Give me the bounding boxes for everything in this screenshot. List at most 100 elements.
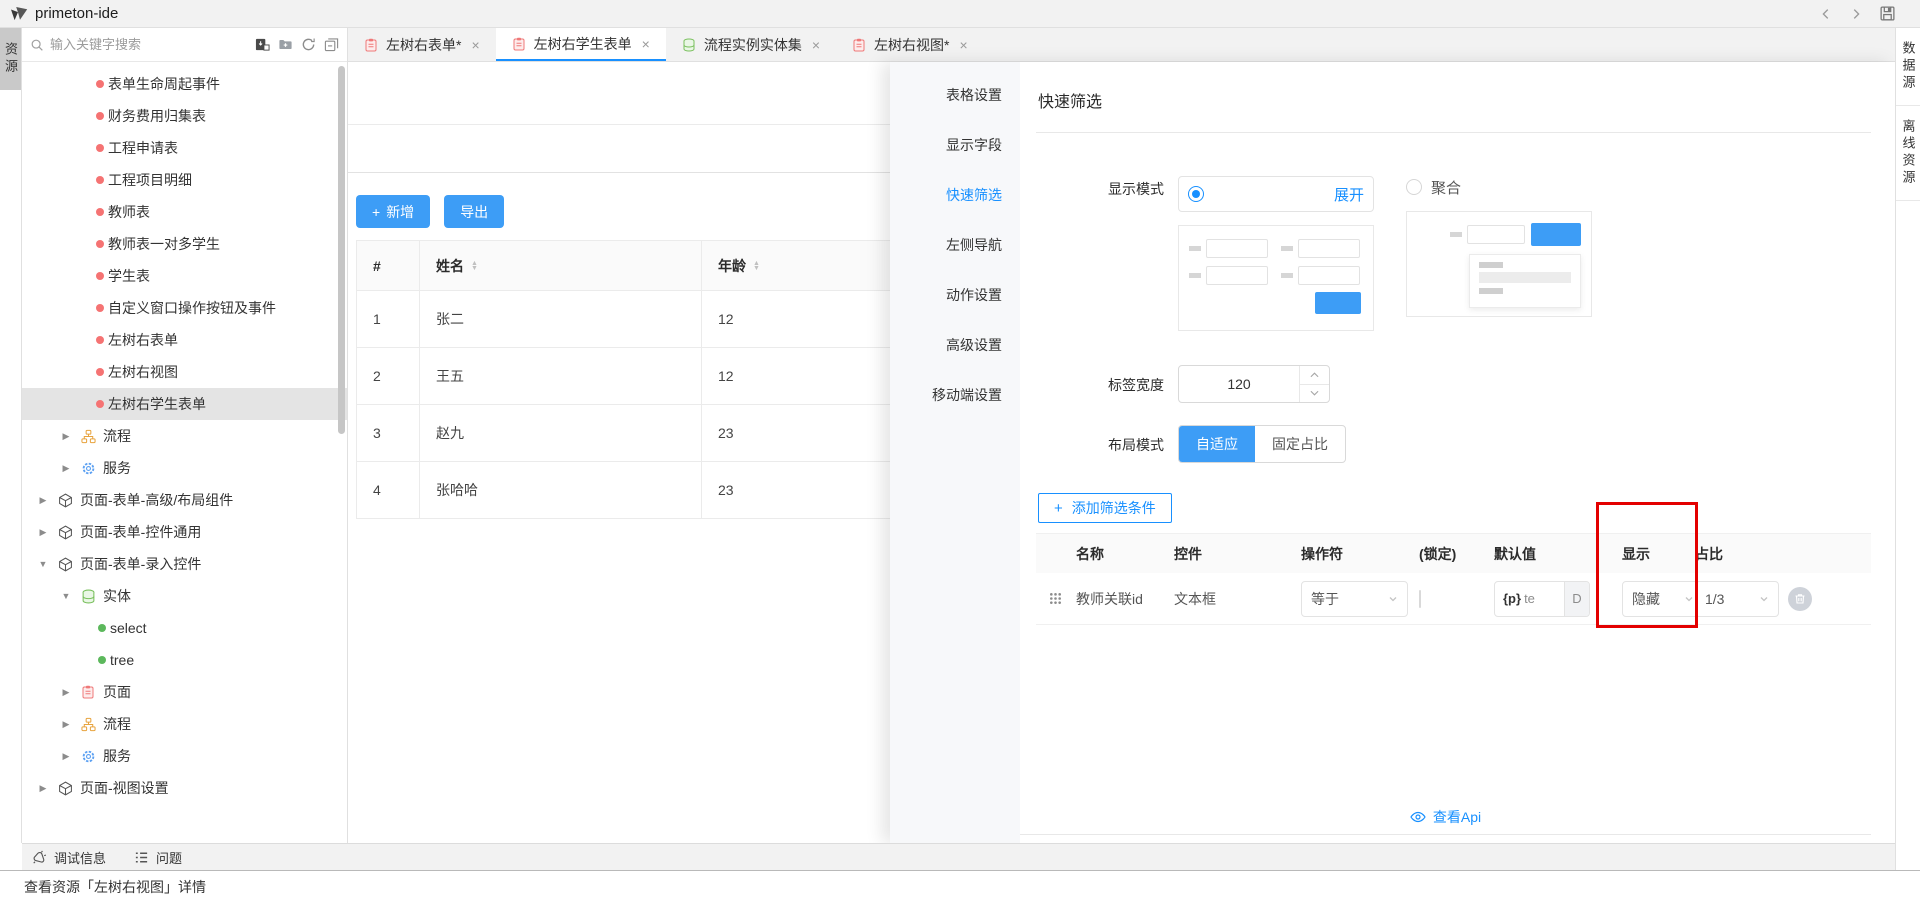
delete-row-button[interactable] (1788, 587, 1812, 611)
tab-left-tree-right-view[interactable]: 左树右视图* × (836, 28, 984, 61)
refresh-icon[interactable] (301, 37, 316, 52)
chevron-down-icon[interactable]: ▼ (60, 591, 72, 601)
tree-item[interactable]: 表单生命周起事件 (22, 68, 347, 100)
tree-item[interactable]: ▶ 页面 (22, 676, 347, 708)
entity-dot-icon (98, 656, 106, 664)
menu-item-action-settings[interactable]: 动作设置 (890, 270, 1020, 320)
default-value-input[interactable]: {p} te D (1494, 581, 1590, 617)
menu-item-left-nav[interactable]: 左侧导航 (890, 220, 1020, 270)
tree-item[interactable]: 工程申请表 (22, 132, 347, 164)
tree-item[interactable]: ▶ 服务 (22, 740, 347, 772)
close-icon[interactable]: × (471, 37, 479, 53)
radio-expand[interactable]: 展开 (1178, 176, 1374, 212)
segment-adaptive[interactable]: 自适应 (1179, 426, 1255, 462)
chevron-right-icon[interactable]: ▶ (60, 463, 72, 474)
chevron-right-icon[interactable]: ▶ (37, 783, 49, 794)
chevron-right-icon[interactable]: ▶ (60, 719, 72, 730)
new-folder-icon[interactable] (278, 37, 293, 52)
tree-item[interactable]: 学生表 (22, 260, 347, 292)
radio-off-icon[interactable] (1406, 179, 1422, 195)
nav-back-icon[interactable] (1819, 7, 1833, 21)
datasource-vertical-tab[interactable]: 数据源 (1896, 28, 1920, 106)
stepper-down-icon[interactable] (1300, 385, 1329, 403)
tab-left-tree-right-form[interactable]: 左树右表单* × (348, 28, 496, 61)
chevron-right-icon[interactable]: ▶ (37, 495, 49, 506)
tree-item[interactable]: 财务费用归集表 (22, 100, 347, 132)
close-icon[interactable]: × (812, 37, 820, 53)
chevron-right-icon[interactable]: ▶ (60, 751, 72, 762)
tree-item[interactable]: ▶ 流程 (22, 708, 347, 740)
radio-on-icon[interactable] (1188, 186, 1204, 202)
panel-title: 快速筛选 (1036, 62, 1895, 132)
problems-button[interactable]: 问题 (134, 848, 182, 867)
tree-item[interactable]: 左树右视图 (22, 356, 347, 388)
label-width-input[interactable]: 120 (1178, 365, 1330, 403)
tree-scrollbar[interactable] (338, 66, 345, 434)
add-filter-condition-button[interactable]: + 添加筛选条件 (1038, 493, 1172, 523)
chevron-down-icon (1759, 594, 1769, 604)
tree-item[interactable]: 教师表 (22, 196, 347, 228)
operator-select[interactable]: 等于 (1301, 581, 1408, 617)
tree-item-selected[interactable]: 左树右学生表单 (22, 388, 347, 420)
stepper-up-icon[interactable] (1300, 366, 1329, 385)
chevron-right-icon[interactable]: ▶ (60, 687, 72, 698)
save-icon[interactable] (1879, 5, 1896, 22)
tree-item[interactable]: 工程项目明细 (22, 164, 347, 196)
sort-icon[interactable]: ▲▼ (471, 261, 478, 271)
menu-item-advanced-settings[interactable]: 高级设置 (890, 320, 1020, 370)
tree-item[interactable]: ▼ 实体 (22, 580, 347, 612)
tree-item[interactable]: 左树右表单 (22, 324, 347, 356)
import-resource-icon[interactable] (255, 37, 270, 52)
offline-resources-vertical-tab[interactable]: 离线资源 (1896, 106, 1920, 201)
locked-checkbox[interactable] (1419, 590, 1421, 608)
view-api-link[interactable]: 查看Api (1020, 807, 1871, 827)
drag-handle-icon[interactable] (1049, 592, 1076, 605)
nav-forward-icon[interactable] (1849, 7, 1863, 21)
header-locked: (锁定) (1419, 544, 1494, 564)
header-name: 名称 (1076, 544, 1174, 564)
add-row-button[interactable]: + 新增 (356, 195, 430, 228)
search-input[interactable] (50, 37, 249, 52)
col-header-name[interactable]: 姓名 ▲▼ (419, 241, 701, 291)
menu-item-mobile-settings[interactable]: 移动端设置 (890, 370, 1020, 420)
tree-item[interactable]: 教师表一对多学生 (22, 228, 347, 260)
header-operator: 操作符 (1301, 544, 1419, 564)
menu-item-display-fields[interactable]: 显示字段 (890, 120, 1020, 170)
tree-item[interactable]: 自定义窗口操作按钮及事件 (22, 292, 347, 324)
form-dot-icon (96, 272, 104, 280)
tree-item[interactable]: ▶ 服务 (22, 452, 347, 484)
chevron-down-icon[interactable]: ▼ (37, 559, 49, 569)
form-dot-icon (96, 368, 104, 376)
debug-info-button[interactable]: 调试信息 (32, 848, 106, 867)
sort-icon[interactable]: ▲▼ (753, 261, 760, 271)
tree-item[interactable]: ▶ 页面-表单-高级/布局组件 (22, 484, 347, 516)
divider (1036, 132, 1871, 133)
close-icon[interactable]: × (959, 37, 967, 53)
chevron-right-icon[interactable]: ▶ (37, 527, 49, 538)
default-value-suffix-button[interactable]: D (1564, 582, 1589, 616)
tree-item[interactable]: ▼ 页面-表单-录入控件 (22, 548, 347, 580)
export-button[interactable]: 导出 (444, 195, 504, 228)
close-icon[interactable]: × (642, 36, 650, 52)
ratio-select[interactable]: 1/3 (1695, 581, 1779, 617)
resource-panel: 表单生命周起事件 财务费用归集表 工程申请表 工程项目明细 教师表 教师表一对多… (22, 28, 348, 843)
menu-item-quick-filter[interactable]: 快速筛选 (890, 170, 1020, 220)
tab-left-tree-right-student-form[interactable]: 左树右学生表单 × (496, 28, 666, 61)
resources-vertical-tab[interactable]: 资源 (0, 28, 21, 90)
segment-fixed-ratio[interactable]: 固定占比 (1255, 426, 1345, 462)
tree-item[interactable]: tree (22, 644, 347, 676)
tree-item[interactable]: ▶ 页面-视图设置 (22, 772, 347, 804)
collapse-all-icon[interactable] (324, 37, 339, 52)
header-ratio: 占比 (1695, 544, 1788, 564)
tree-item[interactable]: ▶ 页面-表单-控件通用 (22, 516, 347, 548)
menu-item-table-settings[interactable]: 表格设置 (890, 70, 1020, 120)
radio-aggregate[interactable]: 聚合 (1406, 176, 1592, 198)
tab-process-instance-entity[interactable]: 流程实例实体集 × (666, 28, 836, 61)
resource-search-bar (22, 28, 347, 62)
right-activity-strip: 数据源 离线资源 (1895, 28, 1920, 870)
display-select[interactable]: 隐藏 (1622, 581, 1704, 617)
tree-item[interactable]: ▶ 流程 (22, 420, 347, 452)
chevron-right-icon[interactable]: ▶ (60, 431, 72, 442)
gear-icon (80, 460, 96, 476)
tree-item[interactable]: select (22, 612, 347, 644)
